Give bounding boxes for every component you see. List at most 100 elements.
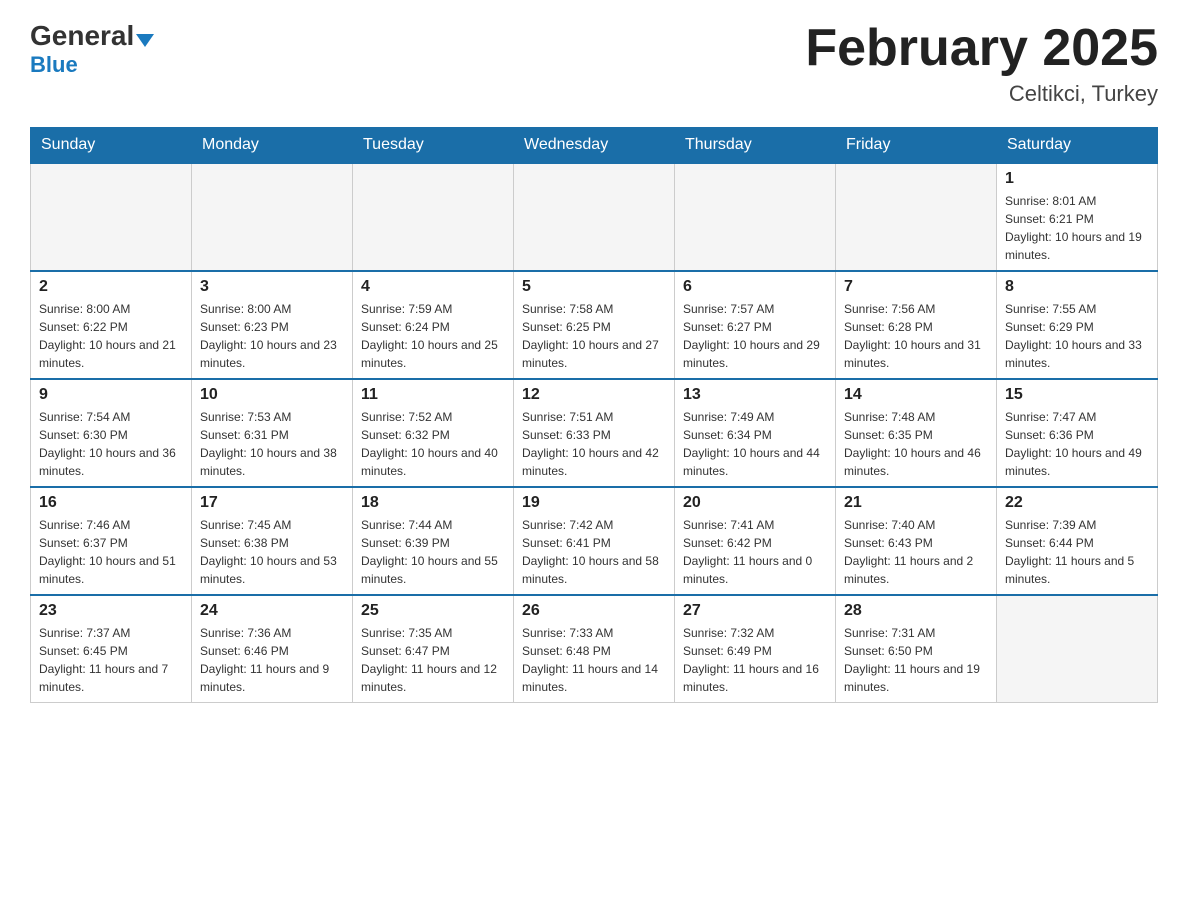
day-info: Sunrise: 7:33 AMSunset: 6:48 PMDaylight:… [522,624,666,696]
calendar-day-cell: 28Sunrise: 7:31 AMSunset: 6:50 PMDayligh… [836,595,997,703]
day-number: 3 [200,278,344,296]
day-info: Sunrise: 7:41 AMSunset: 6:42 PMDaylight:… [683,516,827,588]
day-of-week-header: Monday [192,128,353,164]
day-info: Sunrise: 7:44 AMSunset: 6:39 PMDaylight:… [361,516,505,588]
day-of-week-header: Sunday [31,128,192,164]
day-info: Sunrise: 7:36 AMSunset: 6:46 PMDaylight:… [200,624,344,696]
day-number: 18 [361,494,505,512]
calendar-day-cell: 21 Sunrise: 7:40 AMSunset: 6:43 PMDayligh… [836,487,997,595]
calendar-day-cell: 4 Sunrise: 7:59 AMSunset: 6:24 PMDaylight… [353,271,514,379]
title-section: February 2025 Celtikci, Turkey [805,20,1158,107]
day-info: Sunrise: 7:37 AMSunset: 6:45 PMDaylight:… [39,624,183,696]
day-of-week-header: Saturday [997,128,1158,164]
calendar-day-cell: 15 Sunrise: 7:47 AMSunset: 6:36 PMDayligh… [997,379,1158,487]
day-number: 16 [39,494,183,512]
calendar-week-row: 23 Sunrise: 7:37 AMSunset: 6:45 PMDayligh… [31,595,1158,703]
calendar-day-cell: 27Sunrise: 7:32 AMSunset: 6:49 PMDayligh… [675,595,836,703]
calendar-day-cell [514,163,675,271]
day-info: Sunrise: 7:47 AMSunset: 6:36 PMDaylight:… [1005,408,1149,480]
calendar-day-cell [192,163,353,271]
calendar-header-row: SundayMondayTuesdayWednesdayThursdayFrid… [31,128,1158,164]
day-number: 13 [683,386,827,404]
day-number: 19 [522,494,666,512]
day-info: Sunrise: 7:46 AMSunset: 6:37 PMDaylight:… [39,516,183,588]
page-header: General Blue February 2025 Celtikci, Tur… [30,20,1158,107]
calendar-day-cell [31,163,192,271]
calendar-day-cell: 13Sunrise: 7:49 AMSunset: 6:34 PMDayligh… [675,379,836,487]
calendar-day-cell: 16 Sunrise: 7:46 AMSunset: 6:37 PMDayligh… [31,487,192,595]
day-number: 10 [200,386,344,404]
day-number: 25 [361,602,505,620]
day-info: Sunrise: 7:55 AMSunset: 6:29 PMDaylight:… [1005,300,1149,372]
day-info: Sunrise: 7:59 AMSunset: 6:24 PMDaylight:… [361,300,505,372]
calendar-day-cell: 7 Sunrise: 7:56 AMSunset: 6:28 PMDaylight… [836,271,997,379]
day-number: 26 [522,602,666,620]
calendar-day-cell: 24 Sunrise: 7:36 AMSunset: 6:46 PMDayligh… [192,595,353,703]
day-number: 9 [39,386,183,404]
calendar-week-row: 9 Sunrise: 7:54 AMSunset: 6:30 PMDaylight… [31,379,1158,487]
day-number: 4 [361,278,505,296]
calendar-day-cell: 25 Sunrise: 7:35 AMSunset: 6:47 PMDayligh… [353,595,514,703]
day-info: Sunrise: 7:42 AMSunset: 6:41 PMDaylight:… [522,516,666,588]
calendar-day-cell [353,163,514,271]
calendar-day-cell: 5Sunrise: 7:58 AMSunset: 6:25 PMDaylight… [514,271,675,379]
logo-arrow-icon [136,34,154,47]
calendar-week-row: 1 Sunrise: 8:01 AMSunset: 6:21 PMDaylight… [31,163,1158,271]
calendar-week-row: 16 Sunrise: 7:46 AMSunset: 6:37 PMDayligh… [31,487,1158,595]
calendar-day-cell: 6Sunrise: 7:57 AMSunset: 6:27 PMDaylight… [675,271,836,379]
day-info: Sunrise: 7:45 AMSunset: 6:38 PMDaylight:… [200,516,344,588]
calendar-day-cell: 14Sunrise: 7:48 AMSunset: 6:35 PMDayligh… [836,379,997,487]
day-info: Sunrise: 7:56 AMSunset: 6:28 PMDaylight:… [844,300,988,372]
day-number: 21 [844,494,988,512]
calendar-day-cell [836,163,997,271]
logo-general-text: General [30,20,134,52]
day-number: 28 [844,602,988,620]
calendar-day-cell: 22 Sunrise: 7:39 AMSunset: 6:44 PMDayligh… [997,487,1158,595]
logo-blue-text: Blue [30,52,78,78]
calendar-day-cell: 11 Sunrise: 7:52 AMSunset: 6:32 PMDayligh… [353,379,514,487]
day-info: Sunrise: 7:51 AMSunset: 6:33 PMDaylight:… [522,408,666,480]
calendar-day-cell: 9 Sunrise: 7:54 AMSunset: 6:30 PMDaylight… [31,379,192,487]
calendar-day-cell: 23 Sunrise: 7:37 AMSunset: 6:45 PMDayligh… [31,595,192,703]
calendar-day-cell [997,595,1158,703]
day-of-week-header: Thursday [675,128,836,164]
day-info: Sunrise: 7:52 AMSunset: 6:32 PMDaylight:… [361,408,505,480]
day-number: 23 [39,602,183,620]
day-info: Sunrise: 8:00 AMSunset: 6:23 PMDaylight:… [200,300,344,372]
day-number: 1 [1005,170,1149,188]
day-info: Sunrise: 8:00 AMSunset: 6:22 PMDaylight:… [39,300,183,372]
day-number: 11 [361,386,505,404]
day-number: 15 [1005,386,1149,404]
day-number: 17 [200,494,344,512]
day-number: 5 [522,278,666,296]
calendar-day-cell: 19 Sunrise: 7:42 AMSunset: 6:41 PMDayligh… [514,487,675,595]
day-of-week-header: Friday [836,128,997,164]
calendar-day-cell: 1 Sunrise: 8:01 AMSunset: 6:21 PMDaylight… [997,163,1158,271]
day-info: Sunrise: 7:57 AMSunset: 6:27 PMDaylight:… [683,300,827,372]
day-info: Sunrise: 7:39 AMSunset: 6:44 PMDaylight:… [1005,516,1149,588]
month-title: February 2025 [805,20,1158,77]
day-of-week-header: Wednesday [514,128,675,164]
day-number: 8 [1005,278,1149,296]
calendar-day-cell: 10Sunrise: 7:53 AMSunset: 6:31 PMDayligh… [192,379,353,487]
day-info: Sunrise: 8:01 AMSunset: 6:21 PMDaylight:… [1005,192,1149,264]
calendar-day-cell: 3 Sunrise: 8:00 AMSunset: 6:23 PMDaylight… [192,271,353,379]
location-subtitle: Celtikci, Turkey [805,81,1158,107]
calendar-day-cell: 17 Sunrise: 7:45 AMSunset: 6:38 PMDayligh… [192,487,353,595]
day-number: 14 [844,386,988,404]
day-number: 24 [200,602,344,620]
day-info: Sunrise: 7:40 AMSunset: 6:43 PMDaylight:… [844,516,988,588]
calendar-day-cell: 26 Sunrise: 7:33 AMSunset: 6:48 PMDayligh… [514,595,675,703]
calendar-day-cell: 8 Sunrise: 7:55 AMSunset: 6:29 PMDaylight… [997,271,1158,379]
day-info: Sunrise: 7:35 AMSunset: 6:47 PMDaylight:… [361,624,505,696]
day-number: 7 [844,278,988,296]
calendar-day-cell: 18 Sunrise: 7:44 AMSunset: 6:39 PMDayligh… [353,487,514,595]
calendar-day-cell [675,163,836,271]
day-info: Sunrise: 7:54 AMSunset: 6:30 PMDaylight:… [39,408,183,480]
logo: General Blue [30,20,154,78]
calendar-table: SundayMondayTuesdayWednesdayThursdayFrid… [30,127,1158,703]
day-of-week-header: Tuesday [353,128,514,164]
day-number: 2 [39,278,183,296]
calendar-week-row: 2 Sunrise: 8:00 AMSunset: 6:22 PMDaylight… [31,271,1158,379]
day-number: 22 [1005,494,1149,512]
